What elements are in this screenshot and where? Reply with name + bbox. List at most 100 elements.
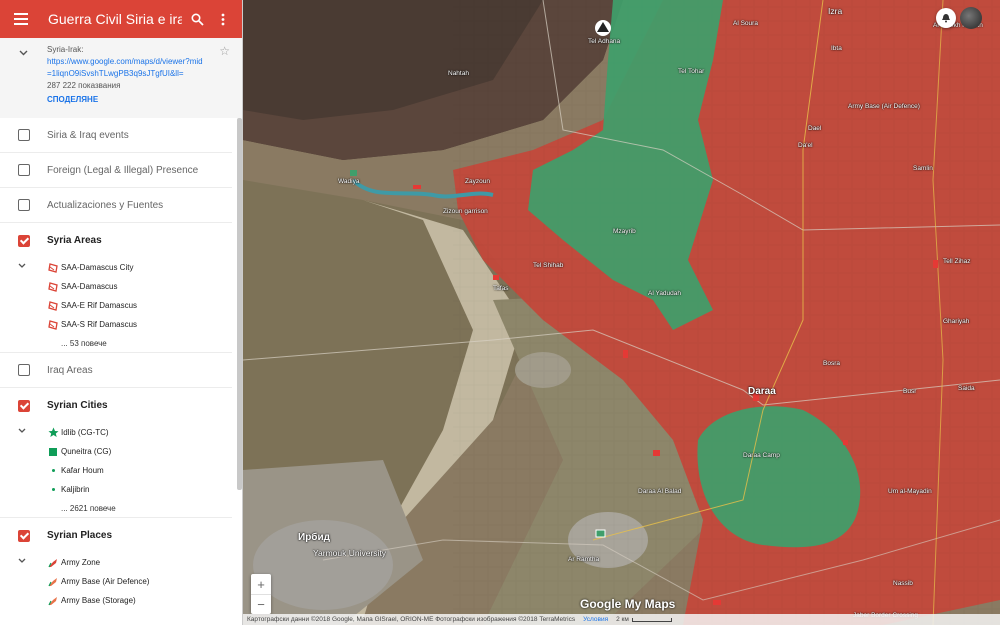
- layer-checkbox[interactable]: [18, 129, 30, 141]
- layer-row[interactable]: Syrian Places: [0, 518, 232, 553]
- satellite-map: [243, 0, 1000, 625]
- place-label[interactable]: Busr: [903, 388, 916, 395]
- square-marker-icon: [49, 447, 57, 456]
- place-label[interactable]: Ar Ramtha: [568, 556, 599, 563]
- place-label[interactable]: Bosra: [823, 360, 840, 367]
- layer-list: Siria & Iraq events Foreign (Legal & Ille…: [0, 118, 242, 610]
- place-label[interactable]: Tel Tohar: [678, 68, 704, 75]
- layer-item-label: SAA-Damascus: [61, 282, 118, 291]
- place-label[interactable]: Samlin: [913, 165, 933, 172]
- view-count: 287 222 показвания: [47, 81, 121, 90]
- layer-checkbox[interactable]: [18, 364, 30, 376]
- attribution-bar: Картографски данни ©2018 Google, Мапа GI…: [243, 614, 1000, 625]
- place-label[interactable]: Zayzoun: [465, 178, 490, 185]
- scale-line: [631, 617, 672, 622]
- layer-row[interactable]: Foreign (Legal & Illegal) Presence: [0, 153, 232, 188]
- layer-item[interactable]: Quneitra (CG): [47, 442, 242, 461]
- place-label[interactable]: Tel Adhana: [588, 38, 620, 45]
- layer-checkbox[interactable]: [18, 164, 30, 176]
- layer-item-label: Kafar Houm: [61, 466, 104, 475]
- item-icon: [47, 558, 59, 568]
- layer-item[interactable]: Kafar Houm: [47, 461, 242, 480]
- layer-item[interactable]: Kaljibrin: [47, 480, 242, 499]
- zoom-controls: + −: [251, 574, 271, 614]
- place-label[interactable]: Tel Shihab: [533, 262, 563, 269]
- alert-icon[interactable]: [936, 8, 956, 28]
- terms-link[interactable]: Условия: [583, 616, 608, 623]
- layer-items: SAA-Damascus City SAA-Damascus SAA-E Rif D…: [0, 258, 242, 353]
- place-label[interactable]: Ирбид: [298, 532, 330, 543]
- layer-item[interactable]: SAA-Damascus City: [47, 258, 242, 277]
- layer-item[interactable]: Army Zone: [47, 553, 242, 572]
- place-label[interactable]: Saida: [958, 385, 975, 392]
- map-canvas[interactable]: Tel Adhana Nahtah Al Soura Tel Tohar Wadiya Z…: [243, 0, 1000, 625]
- layer-label: Foreign (Legal & Illegal) Presence: [47, 164, 199, 176]
- layer-row[interactable]: Syrian Cities: [0, 388, 232, 423]
- place-label[interactable]: Um al-Mayadin: [888, 488, 932, 495]
- layer-checkbox[interactable]: [18, 199, 30, 211]
- layer-checkbox[interactable]: [18, 399, 30, 412]
- place-label[interactable]: Mzayrib: [613, 228, 636, 235]
- place-label[interactable]: Nahtah: [448, 70, 469, 77]
- map-url-link[interactable]: https://www.google.com/maps/d/viewer?mid…: [47, 56, 205, 80]
- layer-item-label: Army Zone: [61, 558, 101, 567]
- place-label[interactable]: Daraa Al Balad: [638, 488, 681, 495]
- layer-item[interactable]: Army Base (Air Defence): [47, 572, 242, 591]
- place-label[interactable]: Ibta: [831, 45, 842, 52]
- share-button[interactable]: СПОДЕЛЯНЕ: [47, 94, 232, 106]
- place-label[interactable]: Yarmouk University: [313, 548, 386, 558]
- map-title: Guerra Civil Siria e irak: [48, 11, 182, 27]
- search-icon[interactable]: [186, 8, 208, 30]
- expand-chevron-icon[interactable]: [18, 260, 26, 270]
- layer-item[interactable]: SAA-S Rif Damascus: [47, 315, 242, 334]
- legend-panel: Guerra Civil Siria e irak ☆ Syria-Irak: …: [0, 0, 243, 625]
- place-label[interactable]: Zizoun garrison: [443, 208, 488, 215]
- layer-item[interactable]: SAA-E Rif Damascus: [47, 296, 242, 315]
- layer-row[interactable]: Syria Areas: [0, 223, 232, 258]
- layer-row[interactable]: Actualizaciones y Fuentes: [0, 188, 232, 223]
- hamburger-menu-icon[interactable]: [14, 13, 34, 25]
- scale-label: 2 км: [616, 616, 629, 623]
- user-avatar[interactable]: [960, 7, 982, 29]
- zoom-out-button[interactable]: −: [251, 594, 271, 614]
- expand-chevron-icon[interactable]: [18, 555, 26, 565]
- rocket-marker-icon: [47, 558, 57, 567]
- layer-row[interactable]: Siria & Iraq events: [0, 118, 232, 153]
- zoom-in-button[interactable]: +: [251, 574, 271, 594]
- more-items-link[interactable]: ... 2621 повече: [0, 499, 232, 518]
- dot-marker-icon: [51, 469, 55, 472]
- layer-row[interactable]: Iraq Areas: [0, 353, 232, 388]
- place-label[interactable]: Dael: [808, 125, 821, 132]
- place-label[interactable]: Izra: [828, 6, 842, 16]
- layer-item[interactable]: Army Base (Storage): [47, 591, 242, 610]
- place-label[interactable]: Ghariyah: [943, 318, 969, 325]
- expand-chevron-icon[interactable]: [18, 425, 26, 435]
- place-label[interactable]: Nassib: [893, 580, 913, 587]
- layer-item[interactable]: SAA-Damascus: [47, 277, 242, 296]
- panel-scrollbar[interactable]: [237, 118, 242, 490]
- place-label[interactable]: Army Base (Air Defence): [848, 103, 920, 110]
- star-icon[interactable]: ☆: [219, 45, 230, 57]
- place-label[interactable]: Al Yadudah: [648, 290, 681, 297]
- layer-item-label: SAA-S Rif Damascus: [61, 320, 138, 329]
- polygon-area-icon: [48, 281, 58, 292]
- layer-item[interactable]: Idlib (CG-TC): [47, 423, 242, 442]
- more-vert-icon[interactable]: [212, 8, 234, 30]
- google-my-maps-logo: Google My Maps: [580, 597, 676, 611]
- layer-checkbox[interactable]: [18, 529, 30, 542]
- place-label[interactable]: Wadiya: [338, 178, 359, 185]
- item-icon: [47, 319, 59, 330]
- place-label[interactable]: Al Soura: [733, 20, 758, 27]
- place-label[interactable]: Da'el: [798, 142, 813, 149]
- rocket-marker-icon: [47, 596, 57, 605]
- place-label[interactable]: Tell Zihaz: [943, 258, 970, 265]
- layer-item-label: Kaljibrin: [61, 485, 90, 494]
- place-label[interactable]: Tafas: [493, 285, 509, 292]
- place-label[interactable]: Daraa Camp: [743, 452, 780, 459]
- more-items-link[interactable]: ... 53 повече: [0, 334, 232, 353]
- layer-checkbox[interactable]: [18, 234, 30, 247]
- polygon-area-icon: [48, 319, 58, 330]
- place-label[interactable]: Daraa: [748, 386, 776, 397]
- collapse-icon[interactable]: [19, 48, 28, 60]
- my-maps-viewer: Guerra Civil Siria e irak ☆ Syria-Irak: …: [0, 0, 1000, 625]
